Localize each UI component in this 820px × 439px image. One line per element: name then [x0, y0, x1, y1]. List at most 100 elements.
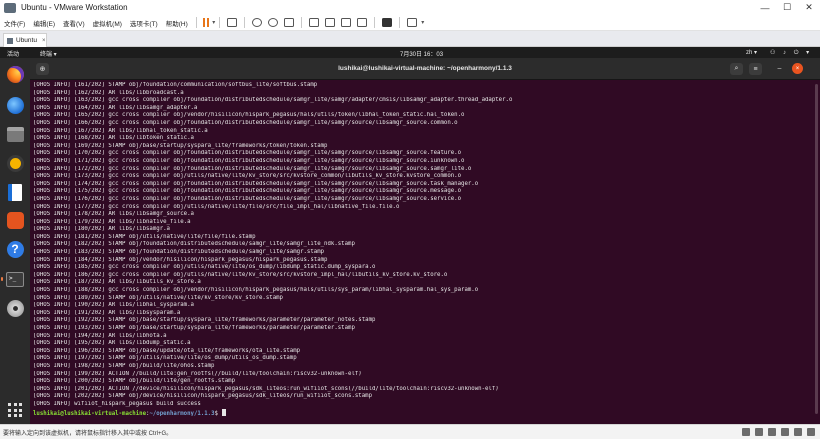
- terminal-body[interactable]: [OHOS INFO] [161/202] STAMP obj/foundati…: [30, 80, 820, 424]
- files-icon: [6, 126, 24, 142]
- terminal-line: [OHOS INFO] [200/202] STAMP obj/build/li…: [33, 378, 236, 385]
- help-icon: ?: [6, 240, 24, 258]
- terminal-line: [OHOS INFO] [175/202] gcc cross compiler…: [33, 188, 462, 195]
- chevron-down-icon[interactable]: ▾: [421, 19, 424, 26]
- vm-icon: [7, 37, 13, 44]
- terminal-close-button[interactable]: ×: [792, 63, 803, 74]
- input-method-menu[interactable]: zh ▾: [746, 49, 757, 56]
- vmware-titlebar: Ubuntu - VMware Workstation — ☐ ✕: [0, 0, 820, 15]
- terminal-line: [OHOS INFO] [162/202] AR libs/libbroadca…: [33, 89, 184, 96]
- menu-vm[interactable]: 虚拟机(M): [89, 18, 126, 28]
- menu-view[interactable]: 查看(V): [59, 18, 89, 28]
- display-icon[interactable]: [807, 428, 815, 436]
- software-center-icon: [6, 211, 24, 229]
- terminal-line: [OHOS INFO] [194/202] AR libs/libhota.a: [33, 332, 167, 339]
- toolbar-divider: [195, 17, 197, 28]
- terminal-line: [OHOS INFO] [187/202] AR libs/libutils_k…: [33, 279, 201, 286]
- menu-tabs[interactable]: 选项卡(T): [126, 18, 162, 28]
- search-button[interactable]: ⌕: [730, 63, 743, 75]
- thumbnail-view-icon[interactable]: [325, 18, 336, 27]
- terminal-line: [OHOS INFO] [197/202] STAMP obj/utils/na…: [33, 355, 297, 362]
- vmware-menubar: 文件(F) 编辑(E) 查看(V) 虚拟机(M) 选项卡(T) 帮助(H) ▾ …: [0, 15, 820, 31]
- terminal-output: [OHOS INFO] [161/202] STAMP obj/foundati…: [33, 82, 812, 416]
- stretch-icon[interactable]: [407, 18, 418, 27]
- terminal-prompt[interactable]: lushikai@lushikai-virtual-machine:~/open…: [33, 408, 812, 417]
- network-icon[interactable]: [768, 428, 776, 436]
- chevron-down-icon[interactable]: ▾: [212, 19, 215, 26]
- cdrom-icon[interactable]: [755, 428, 763, 436]
- toolbar-divider: [219, 17, 221, 28]
- library-view-icon[interactable]: [309, 18, 320, 27]
- system-tray[interactable]: ⚇ ♪ ⏻ ▾: [770, 49, 812, 57]
- dock-files[interactable]: [5, 124, 25, 144]
- dock-disc[interactable]: [5, 298, 25, 318]
- terminal-scrollbar[interactable]: [815, 84, 818, 414]
- terminal-line: [OHOS INFO] [201/202] ACTION //device/hi…: [33, 385, 499, 392]
- clock[interactable]: 7月30日 16：03: [400, 49, 443, 58]
- toolbar-divider: [244, 17, 246, 28]
- terminal-line: [OHOS INFO] [176/202] gcc cross compiler…: [33, 195, 462, 202]
- terminal-line: [OHOS INFO] [178/202] AR libs/libsamgr_s…: [33, 211, 194, 218]
- prompt-path: ~/openharmony/1.1.3: [149, 410, 215, 417]
- terminal-line: [OHOS INFO] [167/202] AR libs/libhal_tok…: [33, 127, 208, 134]
- tab-ubuntu[interactable]: Ubuntu ×: [3, 33, 47, 47]
- send-ctrl-alt-del-icon[interactable]: [227, 18, 238, 27]
- terminal-line: [OHOS INFO] [199/202] ACTION //build/lit…: [33, 370, 362, 377]
- toolbar-divider: [399, 17, 401, 28]
- dock-writer[interactable]: [5, 182, 25, 202]
- terminal-line: [OHOS INFO] [185/202] gcc cross compiler…: [33, 264, 376, 271]
- terminal-title: lushikai@lushikai-virtual-machine: ~/ope…: [338, 65, 512, 72]
- dock-terminal[interactable]: >_: [5, 269, 25, 289]
- toolbar-divider: [301, 17, 303, 28]
- menu-edit[interactable]: 编辑(E): [29, 18, 59, 28]
- minimize-button[interactable]: —: [754, 0, 776, 15]
- prompt-user: lushikai@lushikai-virtual-machine: [33, 410, 146, 417]
- active-indicator: [1, 277, 3, 281]
- terminal-line: [OHOS INFO] [177/202] gcc cross compiler…: [33, 203, 400, 210]
- gnome-top-bar: 活动 终端 ▾ 7月30日 16：03 zh ▾ ⚇ ♪ ⏻ ▾: [0, 47, 820, 58]
- terminal-minimize-button[interactable]: –: [774, 63, 785, 74]
- menu-help[interactable]: 帮助(H): [162, 18, 192, 28]
- status-message: 要将输入定向到该虚拟机，请将鼠标指针移入其中或按 Ctrl+G。: [3, 430, 173, 437]
- vmware-tab-strip: Ubuntu ×: [0, 31, 820, 47]
- terminal-line: [OHOS INFO] [192/202] STAMP obj/base/sta…: [33, 317, 376, 324]
- app-menu[interactable]: 终端 ▾: [40, 49, 57, 58]
- dock-thunderbird[interactable]: [5, 95, 25, 115]
- terminal-icon: >_: [6, 271, 24, 287]
- unity-icon[interactable]: [357, 18, 368, 27]
- fullscreen-icon[interactable]: [341, 18, 352, 27]
- firefox-icon: [6, 65, 24, 83]
- hard-disk-icon[interactable]: [742, 428, 750, 436]
- dock-software[interactable]: [5, 210, 25, 230]
- console-view-icon[interactable]: [382, 18, 393, 27]
- terminal-line: [OHOS INFO] [191/202] AR libs/libsyspara…: [33, 309, 181, 316]
- terminal-line: [OHOS INFO] [184/202] STAMP obj/vendor/h…: [33, 256, 328, 263]
- dock-help[interactable]: ?: [5, 239, 25, 259]
- close-button[interactable]: ✕: [798, 0, 820, 15]
- usb-icon[interactable]: [781, 428, 789, 436]
- terminal-line: [OHOS INFO] [171/202] gcc cross compiler…: [33, 157, 465, 164]
- terminal-line: [OHOS INFO] [193/202] STAMP obj/base/sta…: [33, 325, 355, 331]
- terminal-line: [OHOS INFO] [166/202] gcc cross compiler…: [33, 119, 458, 126]
- show-applications-icon[interactable]: [8, 403, 22, 417]
- terminal-line: [OHOS INFO] [198/202] STAMP obj/build/li…: [33, 362, 215, 369]
- menu-button[interactable]: ≡: [749, 63, 762, 75]
- terminal-line: [OHOS INFO] [165/202] gcc cross compiler…: [33, 112, 465, 119]
- tab-close-icon[interactable]: ×: [42, 38, 46, 44]
- terminal-line: [OHOS INFO] [181/202] STAMP obj/utils/na…: [33, 233, 256, 240]
- pause-icon[interactable]: [201, 18, 212, 27]
- terminal-line: [OHOS INFO] [179/202] AR libs/libnative_…: [33, 218, 191, 225]
- libreoffice-writer-icon: [8, 183, 22, 201]
- terminal-line: [OHOS INFO] [163/202] gcc cross compiler…: [33, 97, 513, 104]
- snapshot-manager-icon[interactable]: [284, 18, 295, 27]
- snapshot-icon[interactable]: [252, 18, 263, 27]
- activities-button[interactable]: 活动: [7, 49, 19, 58]
- dock-firefox[interactable]: [5, 64, 25, 84]
- ubuntu-dock: ? >_: [0, 58, 30, 424]
- dock-rhythmbox[interactable]: [5, 153, 25, 173]
- terminal-line: [OHOS INFO] [182/202] STAMP obj/foundati…: [33, 241, 355, 248]
- menu-file[interactable]: 文件(F): [0, 18, 29, 28]
- sound-icon[interactable]: [794, 428, 802, 436]
- maximize-button[interactable]: ☐: [776, 0, 798, 15]
- revert-snapshot-icon[interactable]: [268, 18, 279, 27]
